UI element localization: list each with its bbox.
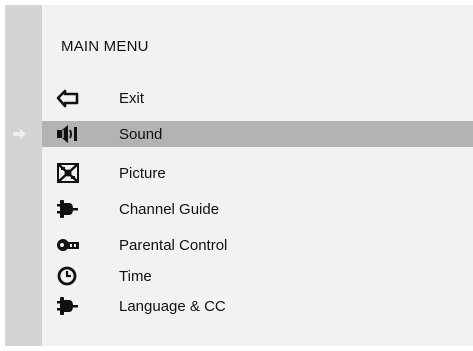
key-icon bbox=[57, 239, 79, 251]
plug-icon bbox=[57, 297, 78, 315]
menu-item-time[interactable]: Time bbox=[42, 263, 473, 289]
menu-item-label: Time bbox=[119, 268, 152, 285]
left-indicator-strip bbox=[5, 5, 42, 346]
selection-arrow-icon bbox=[13, 129, 26, 139]
sound-icon bbox=[57, 125, 77, 143]
menu-item-label: Picture bbox=[119, 165, 166, 182]
menu-item-parental-control[interactable]: Parental Control bbox=[42, 232, 473, 258]
menu-item-label: Sound bbox=[119, 126, 163, 143]
plug-icon bbox=[57, 200, 78, 218]
menu-item-exit[interactable]: Exit bbox=[42, 85, 473, 111]
picture-icon bbox=[57, 163, 79, 183]
menu-item-picture[interactable]: Picture bbox=[42, 160, 473, 186]
main-menu-panel: MAIN MENU Exit Sound Picture Channel Gui… bbox=[5, 5, 473, 346]
clock-icon bbox=[57, 266, 77, 286]
menu-item-sound[interactable]: Sound bbox=[42, 121, 473, 147]
menu-item-label: Parental Control bbox=[119, 237, 228, 254]
menu-item-label: Exit bbox=[119, 90, 145, 107]
menu-item-language-cc[interactable]: Language & CC bbox=[42, 293, 473, 319]
menu-item-channel-guide[interactable]: Channel Guide bbox=[42, 196, 473, 222]
menu-item-label: Channel Guide bbox=[119, 201, 220, 218]
menu-item-label: Language & CC bbox=[119, 298, 226, 315]
exit-icon bbox=[56, 89, 79, 108]
menu-title: MAIN MENU bbox=[61, 38, 149, 55]
